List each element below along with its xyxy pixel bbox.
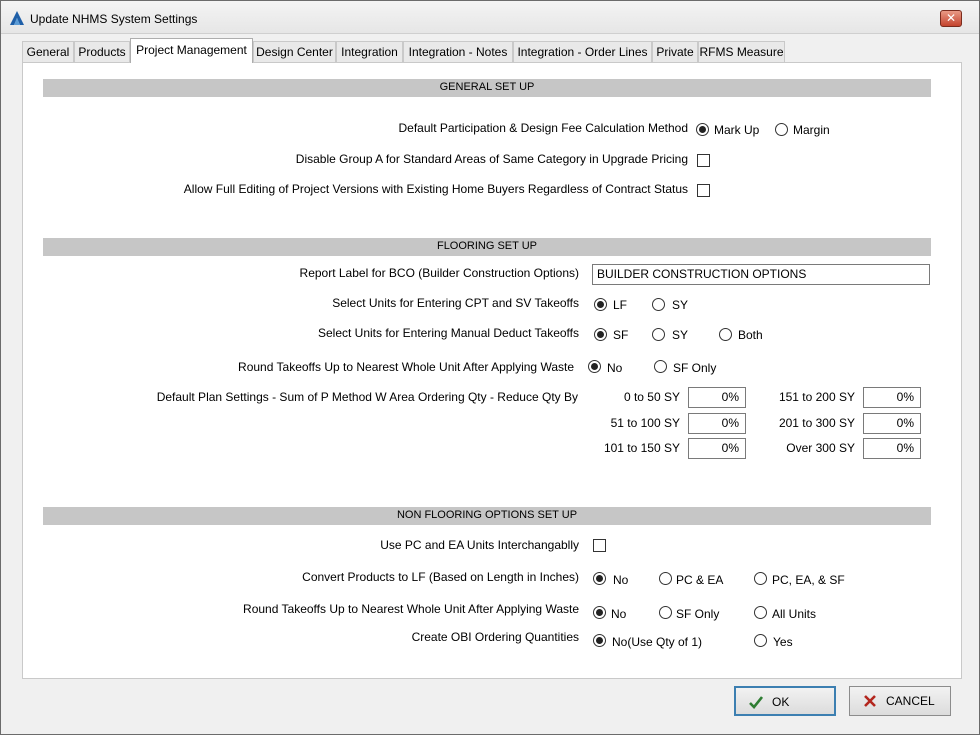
- range-201-300-label: 201 to 300 SY: [778, 416, 855, 430]
- nonfloor-round-sf-radio[interactable]: [659, 606, 672, 619]
- convert-no-label: No: [613, 573, 629, 587]
- tab-integration-order-lines[interactable]: Integration - Order Lines: [513, 41, 652, 63]
- deduct-sf-label: SF: [613, 328, 629, 342]
- tab-project-management[interactable]: Project Management: [130, 38, 253, 63]
- bco-label: Report Label for BCO (Builder Constructi…: [299, 266, 579, 280]
- tab-design-center[interactable]: Design Center: [253, 41, 336, 63]
- deduct-sy-radio[interactable]: [652, 328, 665, 341]
- nonfloor-round-all-radio[interactable]: [754, 606, 767, 619]
- tab-rfms-measure[interactable]: RFMS Measure: [698, 41, 785, 63]
- disable-group-label: Disable Group A for Standard Areas of Sa…: [295, 152, 688, 166]
- bco-input[interactable]: BUILDER CONSTRUCTION OPTIONS: [592, 264, 930, 285]
- convert-pc-ea-sf-radio[interactable]: [754, 572, 767, 585]
- floor-round-sf-label: SF Only: [673, 361, 717, 375]
- disable-group-checkbox[interactable]: [697, 154, 710, 167]
- app-logo-icon: [10, 11, 24, 25]
- window-title: Update NHMS System Settings: [30, 12, 198, 26]
- title-bar: Update NHMS System Settings ✕: [1, 1, 979, 34]
- tab-general[interactable]: General: [22, 41, 74, 63]
- range-0-50-label: 0 to 50 SY: [623, 390, 680, 404]
- deduct-units-label: Select Units for Entering Manual Deduct …: [317, 326, 579, 340]
- fee-method-label: Default Participation & Design Fee Calcu…: [398, 121, 689, 135]
- cancel-x-icon: [864, 695, 876, 707]
- range-201-300-input[interactable]: 0%: [863, 413, 921, 434]
- range-101-150-label: 101 to 150 SY: [603, 441, 680, 455]
- pc-ea-checkbox[interactable]: [593, 539, 606, 552]
- range-151-200-label: 151 to 200 SY: [778, 390, 855, 404]
- deduct-both-label: Both: [738, 328, 763, 342]
- obi-no-label: No(Use Qty of 1): [612, 635, 703, 649]
- cpt-sy-radio[interactable]: [652, 298, 665, 311]
- cpt-units-label: Select Units for Entering CPT and SV Tak…: [332, 296, 579, 310]
- convert-lf-label: Convert Products to LF (Based on Length …: [302, 570, 579, 584]
- pc-ea-label: Use PC and EA Units Interchangablly: [380, 538, 579, 552]
- convert-pc-ea-label: PC & EA: [676, 573, 724, 587]
- floor-round-no-radio[interactable]: [588, 360, 601, 373]
- tab-integration-notes[interactable]: Integration - Notes: [403, 41, 513, 63]
- cpt-lf-label: LF: [613, 298, 628, 312]
- nonfloor-round-label: Round Takeoffs Up to Nearest Whole Unit …: [243, 602, 579, 616]
- floor-round-no-label: No: [607, 361, 623, 375]
- fee-margin-label: Margin: [793, 123, 830, 137]
- convert-pc-ea-radio[interactable]: [659, 572, 672, 585]
- nonflooring-setup-header: NON FLOORING OPTIONS SET UP: [43, 507, 931, 525]
- tab-products[interactable]: Products: [74, 41, 130, 63]
- nonfloor-round-sf-label: SF Only: [676, 607, 720, 621]
- deduct-sf-radio[interactable]: [594, 328, 607, 341]
- nonfloor-round-no-label: No: [611, 607, 627, 621]
- floor-round-label: Round Takeoffs Up to Nearest Whole Unit …: [238, 360, 574, 374]
- convert-pc-ea-sf-label: PC, EA, & SF: [772, 573, 845, 587]
- cancel-button[interactable]: CANCEL: [849, 686, 951, 716]
- range-51-100-input[interactable]: 0%: [688, 413, 746, 434]
- full-edit-label: Allow Full Editing of Project Versions w…: [183, 182, 688, 196]
- flooring-setup-header: FLOORING SET UP: [43, 238, 931, 256]
- ok-label: OK: [772, 695, 790, 709]
- fee-margin-radio[interactable]: [775, 123, 788, 136]
- range-51-100-label: 51 to 100 SY: [610, 416, 680, 430]
- range-101-150-input[interactable]: 0%: [688, 438, 746, 459]
- cpt-lf-radio[interactable]: [594, 298, 607, 311]
- deduct-both-radio[interactable]: [719, 328, 732, 341]
- obi-yes-label: Yes: [773, 635, 793, 649]
- obi-label: Create OBI Ordering Quantities: [411, 630, 579, 644]
- obi-yes-radio[interactable]: [754, 634, 767, 647]
- nonfloor-round-all-label: All Units: [772, 607, 817, 621]
- plan-settings-label: Default Plan Settings - Sum of P Method …: [156, 390, 578, 404]
- convert-no-radio[interactable]: [593, 572, 606, 585]
- close-button[interactable]: ✕: [940, 10, 962, 27]
- tab-private[interactable]: Private: [652, 41, 698, 63]
- close-icon: ✕: [945, 11, 957, 25]
- full-edit-checkbox[interactable]: [697, 184, 710, 197]
- range-over-300-label: Over 300 SY: [786, 441, 855, 455]
- cancel-label: CANCEL: [886, 694, 935, 708]
- ok-button[interactable]: OK: [734, 686, 836, 716]
- deduct-sy-label: SY: [672, 328, 689, 342]
- floor-round-sf-radio[interactable]: [654, 360, 667, 373]
- range-over-300-input[interactable]: 0%: [863, 438, 921, 459]
- cpt-sy-label: SY: [672, 298, 689, 312]
- project-management-panel: GENERAL SET UP Default Participation & D…: [22, 62, 962, 679]
- tab-integration[interactable]: Integration: [336, 41, 403, 63]
- nonfloor-round-no-radio[interactable]: [593, 606, 606, 619]
- settings-window: Update NHMS System Settings ✕ General Pr…: [0, 0, 980, 735]
- obi-no-radio[interactable]: [593, 634, 606, 647]
- fee-markup-label: Mark Up: [714, 123, 760, 137]
- range-0-50-input[interactable]: 0%: [688, 387, 746, 408]
- fee-markup-radio[interactable]: [696, 123, 709, 136]
- checkmark-icon: [749, 696, 764, 709]
- range-151-200-input[interactable]: 0%: [863, 387, 921, 408]
- general-setup-header: GENERAL SET UP: [43, 79, 931, 97]
